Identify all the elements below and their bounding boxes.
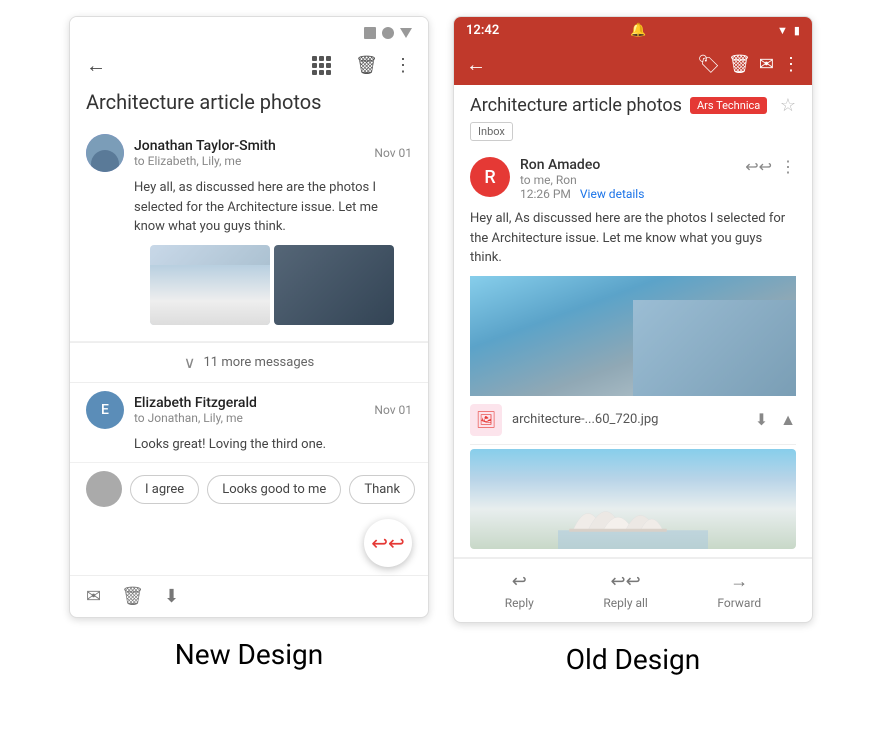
reply-label: Reply <box>505 596 534 610</box>
sender-avatar-1 <box>86 134 124 172</box>
more-button[interactable]: ⋮ <box>394 55 412 76</box>
tag-badge[interactable]: Ars Technica <box>690 97 767 114</box>
sender-to-2: to Jonathan, Lily, me <box>134 411 364 425</box>
smart-reply-agree[interactable]: I agree <box>130 475 199 504</box>
back-button[interactable]: ← <box>86 53 106 78</box>
signal-icon <box>364 27 376 39</box>
mail-icon[interactable]: ✉ <box>86 586 101 607</box>
reply-icon: ↩ <box>512 571 527 592</box>
old-design-status-bar: 12:42 🔔 ▼ ▮ <box>454 17 812 44</box>
status-right-icons: ▼ ▮ <box>777 24 800 37</box>
reply-all-icon-bottom: ↩↩ <box>611 571 641 592</box>
status-icons <box>364 27 412 39</box>
reply-avatar <box>86 471 122 507</box>
old-sender-to: to me, Ron <box>520 173 735 187</box>
email-item-1: Jonathan Taylor-Smith to Elizabeth, Lily… <box>70 126 428 342</box>
forward-button[interactable]: → Forward <box>717 571 761 610</box>
reply-button[interactable]: ↩ Reply <box>505 571 534 610</box>
old-sender-avatar: R <box>470 157 510 197</box>
notification-icon: 🔔 <box>630 23 646 38</box>
view-details-link[interactable]: View details <box>580 187 645 201</box>
file-icon: 🖼 <box>470 404 502 436</box>
email-date-2: Nov 01 <box>374 403 412 417</box>
file-row: 🖼 architecture-...60_720.jpg ⬇ ▲ <box>470 396 796 445</box>
trash-button[interactable]: 🗑 <box>355 55 378 76</box>
smart-reply-thank[interactable]: Thank <box>349 475 415 504</box>
drive-icon[interactable]: ▲ <box>780 410 796 430</box>
more-card-icon[interactable]: ⋮ <box>780 157 796 176</box>
reply-fab: ↩↩ <box>70 515 428 575</box>
chevron-down-icon: ∨ <box>184 353 196 372</box>
card-actions: ↩↩ ⋮ <box>745 157 796 176</box>
trash-button-old[interactable]: 🗑 <box>728 54 751 75</box>
forward-icon: → <box>730 571 748 592</box>
reply-all-button[interactable]: ↩↩ Reply all <box>603 571 647 610</box>
photo-thumb-1 <box>150 245 270 325</box>
grid-button[interactable] <box>312 56 331 75</box>
archive-icon[interactable]: ⬇ <box>164 586 179 607</box>
old-design-toolbar: ← 🏷 🗑 ✉ ⋮ <box>454 44 812 85</box>
trash-icon[interactable]: 🗑 <box>121 586 144 607</box>
battery-status-icon: ▮ <box>794 24 800 37</box>
forward-label: Forward <box>717 596 761 610</box>
old-design-label: Old Design <box>566 643 700 676</box>
reply-all-icon[interactable]: ↩↩ <box>745 157 772 176</box>
reply-all-fab[interactable]: ↩↩ <box>364 519 412 567</box>
new-design-phone: ← 🗑 ⋮ Architecture article photos <box>69 16 429 618</box>
file-actions: ⬇ ▲ <box>755 410 796 430</box>
old-bottom-actions: ↩ Reply ↩↩ Reply all → Forward <box>454 558 812 622</box>
file-name: architecture-...60_720.jpg <box>512 412 745 427</box>
email-body-1: Hey all, as discussed here are the photo… <box>86 178 412 237</box>
old-email-body: Hey all, As discussed here are the photo… <box>470 209 796 268</box>
opera-house-svg <box>503 489 764 549</box>
sender-to-1: to Elizabeth, Lily, me <box>134 154 364 168</box>
sender-name-1: Jonathan Taylor-Smith <box>134 138 364 154</box>
old-email-card-header: R Ron Amadeo to me, Ron 12:26 PM View de… <box>470 157 796 201</box>
email-date-1: Nov 01 <box>374 146 412 160</box>
comparison-container: ← 🗑 ⋮ Architecture article photos <box>16 16 866 676</box>
status-time: 12:42 <box>466 23 499 38</box>
old-design-block: 12:42 🔔 ▼ ▮ ← 🏷 🗑 ✉ ⋮ Architecture artic… <box>453 16 813 676</box>
battery-icon <box>400 28 412 38</box>
inbox-badge[interactable]: Inbox <box>470 122 513 141</box>
new-design-status-bar <box>70 17 428 45</box>
new-design-block: ← 🗑 ⋮ Architecture article photos <box>69 16 429 671</box>
reply-all-label: Reply all <box>603 596 647 610</box>
old-email-card: R Ron Amadeo to me, Ron 12:26 PM View de… <box>454 149 812 558</box>
wifi-icon <box>382 27 394 39</box>
more-messages[interactable]: ∨ 11 more messages <box>70 342 428 383</box>
old-design-phone: 12:42 🔔 ▼ ▮ ← 🏷 🗑 ✉ ⋮ Architecture artic… <box>453 16 813 623</box>
sender-avatar-2: E <box>86 391 124 429</box>
star-icon[interactable]: ☆ <box>780 95 796 116</box>
mail-button[interactable]: ✉ <box>759 54 774 75</box>
email-item-2: E Elizabeth Fitzgerald to Jonathan, Lily… <box>70 383 428 464</box>
download-icon[interactable]: ⬇ <box>755 410 768 430</box>
old-email-subject: Architecture article photos <box>470 95 682 116</box>
more-button-old[interactable]: ⋮ <box>782 54 800 75</box>
email-body-2: Looks great! Loving the third one. <box>86 435 412 455</box>
old-photo-large <box>470 276 796 396</box>
new-design-toolbar: ← 🗑 ⋮ <box>70 45 428 86</box>
new-design-label: New Design <box>175 638 323 671</box>
bottom-bar: ✉ 🗑 ⬇ <box>70 575 428 617</box>
smart-replies: I agree Looks good to me Thank <box>70 463 428 515</box>
label-button[interactable]: 🏷 <box>697 54 720 75</box>
photo-grid <box>86 237 412 333</box>
email-subject: Architecture article photos <box>70 86 428 126</box>
photo-thumb-2 <box>274 245 394 325</box>
old-sender-name: Ron Amadeo <box>520 157 735 173</box>
back-button[interactable]: ← <box>466 52 486 77</box>
smart-reply-looks-good[interactable]: Looks good to me <box>207 475 341 504</box>
old-sender-block: Ron Amadeo to me, Ron 12:26 PM View deta… <box>520 157 735 201</box>
sender-name-2: Elizabeth Fitzgerald <box>134 395 364 411</box>
old-photo-medium <box>470 449 796 549</box>
old-email-time: 12:26 PM View details <box>520 187 735 201</box>
email-subject-row: Architecture article photos Ars Technica… <box>454 85 812 120</box>
wifi-status-icon: ▼ <box>777 24 788 37</box>
